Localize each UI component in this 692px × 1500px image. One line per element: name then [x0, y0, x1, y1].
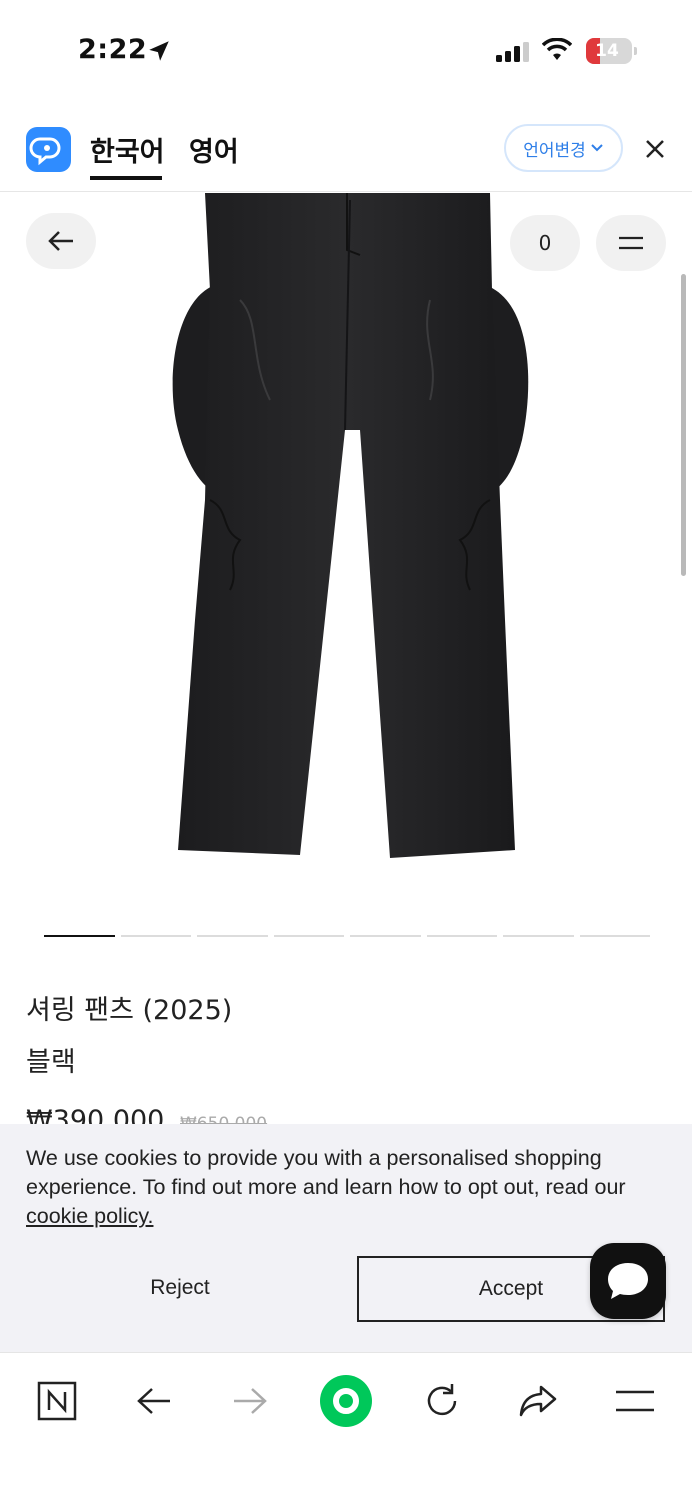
- chat-bubble-icon: [608, 1263, 648, 1299]
- pagination-dot[interactable]: [120, 935, 191, 937]
- pants-image: [172, 193, 529, 858]
- cookie-policy-link[interactable]: cookie policy.: [26, 1204, 153, 1228]
- share-icon: [519, 1385, 557, 1417]
- status-bar: 2:22 14: [0, 0, 692, 100]
- cookie-message: We use cookies to provide you with a per…: [26, 1144, 671, 1231]
- forward-arrow-icon: [234, 1388, 267, 1414]
- pagination-dot[interactable]: [503, 935, 574, 937]
- pagination-dot[interactable]: [273, 935, 344, 937]
- back-arrow-icon: [137, 1388, 170, 1414]
- browser-menu-button[interactable]: [607, 1373, 663, 1429]
- arrow-left-icon: [48, 231, 73, 251]
- back-button[interactable]: [26, 213, 96, 269]
- image-pagination: [44, 935, 650, 938]
- pagination-dot[interactable]: [197, 935, 268, 937]
- menu-button[interactable]: [596, 215, 666, 271]
- product-image[interactable]: [0, 193, 692, 913]
- product-name: 셔링 팬츠 (2025): [26, 995, 233, 1026]
- home-button[interactable]: [318, 1373, 374, 1429]
- reload-button[interactable]: [414, 1373, 470, 1429]
- chat-button[interactable]: [590, 1243, 666, 1319]
- location-arrow-icon: [149, 41, 169, 61]
- chevron-down-icon: [591, 144, 603, 152]
- tab-english[interactable]: 영어: [189, 130, 239, 169]
- reject-button[interactable]: Reject: [26, 1256, 334, 1320]
- cart-count: 0: [538, 231, 552, 255]
- pagination-dot[interactable]: [426, 935, 497, 937]
- pagination-dot[interactable]: [579, 935, 650, 937]
- pagination-dot-active[interactable]: [44, 935, 115, 937]
- status-time: 2:22: [78, 34, 148, 65]
- browser-back-button[interactable]: [126, 1373, 182, 1429]
- hamburger-icon: [619, 236, 643, 250]
- signal-icon: [496, 42, 529, 62]
- share-button[interactable]: [510, 1373, 566, 1429]
- home-green-icon: [320, 1375, 372, 1427]
- change-language-button[interactable]: 언어변경: [504, 124, 623, 172]
- menu-icon: [616, 1390, 654, 1412]
- naver-n-icon: [37, 1381, 77, 1421]
- browser-forward-button[interactable]: [222, 1373, 278, 1429]
- active-tab-indicator: [90, 176, 162, 180]
- close-icon[interactable]: [642, 136, 668, 162]
- battery-level: 14: [595, 41, 619, 61]
- wifi-icon: [542, 38, 572, 60]
- change-language-label: 언어변경: [523, 140, 586, 161]
- naver-n-button[interactable]: [29, 1373, 85, 1429]
- browser-toolbar: [0, 1352, 692, 1500]
- page-scrollbar[interactable]: [681, 274, 686, 576]
- battery-icon: 14: [586, 38, 637, 64]
- tab-korean[interactable]: 한국어: [90, 130, 165, 169]
- cookie-message-text: We use cookies to provide you with a per…: [26, 1146, 626, 1199]
- product-color: 블랙: [26, 1047, 76, 1078]
- translation-bar: 한국어 영어 언어변경: [0, 100, 692, 192]
- cart-count-button[interactable]: 0: [510, 215, 580, 271]
- reload-icon: [427, 1384, 457, 1416]
- pagination-dot[interactable]: [350, 935, 421, 937]
- papago-logo-icon: [26, 127, 71, 172]
- cookie-banner: We use cookies to provide you with a per…: [0, 1124, 692, 1352]
